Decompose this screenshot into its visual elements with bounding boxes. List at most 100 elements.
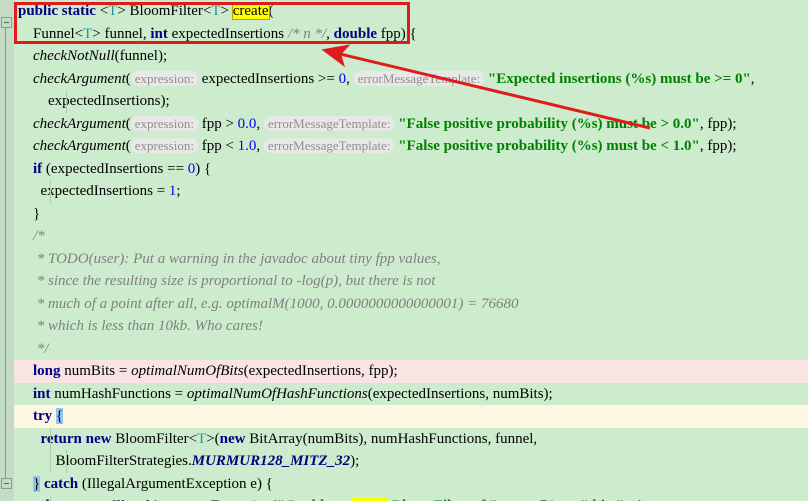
- code-line[interactable]: expectedInsertions);: [14, 90, 808, 113]
- code-token: (IllegalArgumentException e) {: [78, 475, 273, 492]
- code-token: (funnel);: [114, 48, 168, 64]
- code-token: (: [268, 3, 274, 19]
- code-line[interactable]: * TODO(user): Put a warning in the javad…: [14, 247, 808, 270]
- code-token: BloomFilterStrategies.: [18, 453, 192, 469]
- code-token: ) {: [195, 160, 212, 177]
- parameter-name-hint: errorMessageTemplate:: [353, 70, 485, 86]
- code-token: (: [125, 115, 131, 132]
- code-line[interactable]: int numHashFunctions = optimalNumOfHashF…: [14, 382, 808, 405]
- code-line[interactable]: return new BloomFilter<T>(new BitArray(n…: [14, 427, 808, 450]
- keyword-token: try: [33, 408, 53, 424]
- comment-token: * much of a point after all, e.g. optima…: [18, 295, 519, 312]
- fold-minus-icon: [4, 22, 9, 23]
- code-line[interactable]: } catch (IllegalArgumentException e) {: [14, 472, 808, 495]
- code-token: (: [125, 138, 131, 154]
- type-parameter-token: T: [83, 25, 93, 42]
- code-line[interactable]: if (expectedInsertions == 0) {: [14, 157, 808, 180]
- code-token: fpp <: [197, 138, 238, 154]
- keyword-token: return: [40, 430, 82, 447]
- code-token: > funnel,: [92, 25, 151, 42]
- number-token: 0: [338, 70, 347, 87]
- parameter-name-hint: expression:: [130, 70, 198, 86]
- indent-guide: [50, 450, 51, 473]
- code-line[interactable]: }: [14, 202, 808, 225]
- method-token: checkArgument: [33, 70, 126, 87]
- code-line[interactable]: throw new IllegalArgumentException("Coul…: [14, 495, 808, 501]
- keyword-token: new: [85, 430, 112, 447]
- string-token: "Expected insertions (%s) must be >= 0": [487, 70, 751, 87]
- fold-marker-method-start[interactable]: [1, 17, 12, 28]
- comment-token: /* n */: [287, 25, 327, 42]
- code-token: expectedInsertions: [167, 25, 288, 42]
- method-token: optimalNumOfHashFunctions: [186, 385, 368, 402]
- type-parameter-token: T: [108, 3, 118, 19]
- code-token: > BloomFilter<: [117, 3, 212, 19]
- code-token: ,: [326, 25, 334, 42]
- code-token: BloomFilter<: [111, 430, 198, 447]
- keyword-token: static: [61, 3, 96, 19]
- indent-guide: [66, 90, 67, 113]
- code-token: }: [18, 205, 41, 222]
- indent-guide: [50, 495, 51, 501]
- code-line[interactable]: long numBits = optimalNumOfBits(expected…: [14, 360, 808, 383]
- code-text-area[interactable]: public static <T> BloomFilter<T> create(…: [14, 0, 808, 501]
- number-token: 0.0: [237, 115, 257, 132]
- code-line[interactable]: */: [14, 337, 808, 360]
- code-line[interactable]: public static <T> BloomFilter<T> create(: [14, 0, 808, 23]
- code-token: (expectedInsertions, numBits);: [367, 385, 553, 402]
- code-token: >(: [206, 430, 220, 447]
- code-line[interactable]: /*: [14, 225, 808, 248]
- comment-token: /*: [18, 228, 45, 244]
- code-line[interactable]: BloomFilterStrategies.MURMUR128_MITZ_32)…: [14, 450, 808, 473]
- keyword-token: catch: [43, 475, 79, 492]
- code-token: expectedInsertions >=: [197, 70, 339, 87]
- indent-guide: [50, 427, 51, 450]
- code-line[interactable]: * since the resulting size is proportion…: [14, 270, 808, 293]
- parameter-name-hint: expression:: [130, 138, 198, 153]
- code-line[interactable]: checkNotNull(funnel);: [14, 45, 808, 68]
- keyword-token: long: [33, 363, 61, 379]
- code-line[interactable]: try {: [14, 405, 808, 428]
- fold-marker-method-end[interactable]: [1, 478, 12, 489]
- code-editor-screenshot: public static <T> BloomFilter<T> create(…: [0, 0, 808, 501]
- code-line[interactable]: checkArgument(expression: fpp < 1.0, err…: [14, 135, 808, 158]
- code-token: ,: [256, 138, 264, 154]
- comment-token: * since the resulting size is proportion…: [18, 273, 436, 289]
- code-token: (expectedInsertions, fpp);: [243, 363, 398, 379]
- code-token: , fpp);: [699, 138, 737, 154]
- editor-gutter[interactable]: [0, 0, 15, 501]
- code-token: ,: [256, 115, 264, 132]
- string-token: "False positive probability (%s) must be…: [398, 115, 700, 132]
- code-token: ,: [750, 70, 755, 87]
- method-token: optimalNumOfBits: [131, 363, 244, 379]
- code-line[interactable]: * much of a point after all, e.g. optima…: [14, 292, 808, 315]
- parameter-name-hint: expression:: [130, 115, 198, 131]
- static-field-token: MURMUR128_MITZ_32: [191, 453, 351, 469]
- code-line[interactable]: Funnel<T> funnel, int expectedInsertions…: [14, 22, 808, 45]
- code-line[interactable]: expectedInsertions = 1;: [14, 180, 808, 203]
- matching-brace-highlight: {: [55, 408, 64, 424]
- parameter-name-hint: errorMessageTemplate:: [263, 115, 395, 131]
- comment-token: * which is less than 10kb. Who cares!: [18, 318, 263, 334]
- keyword-token: double: [333, 25, 378, 42]
- fold-range-line: [5, 28, 6, 479]
- code-token: <: [95, 3, 109, 19]
- code-token: BitArray(numBits), numHashFunctions, fun…: [245, 430, 538, 447]
- code-line[interactable]: checkArgument(expression: expectedInsert…: [14, 67, 808, 90]
- code-line[interactable]: checkArgument(expression: fpp > 0.0, err…: [14, 112, 808, 135]
- code-line[interactable]: * which is less than 10kb. Who cares!: [14, 315, 808, 338]
- code-token: (: [125, 70, 131, 87]
- code-token: (expectedInsertions ==: [42, 160, 188, 177]
- code-token: ,: [346, 70, 354, 87]
- method-token: checkNotNull: [33, 48, 115, 64]
- code-token: );: [350, 453, 360, 469]
- type-parameter-token: T: [211, 3, 221, 19]
